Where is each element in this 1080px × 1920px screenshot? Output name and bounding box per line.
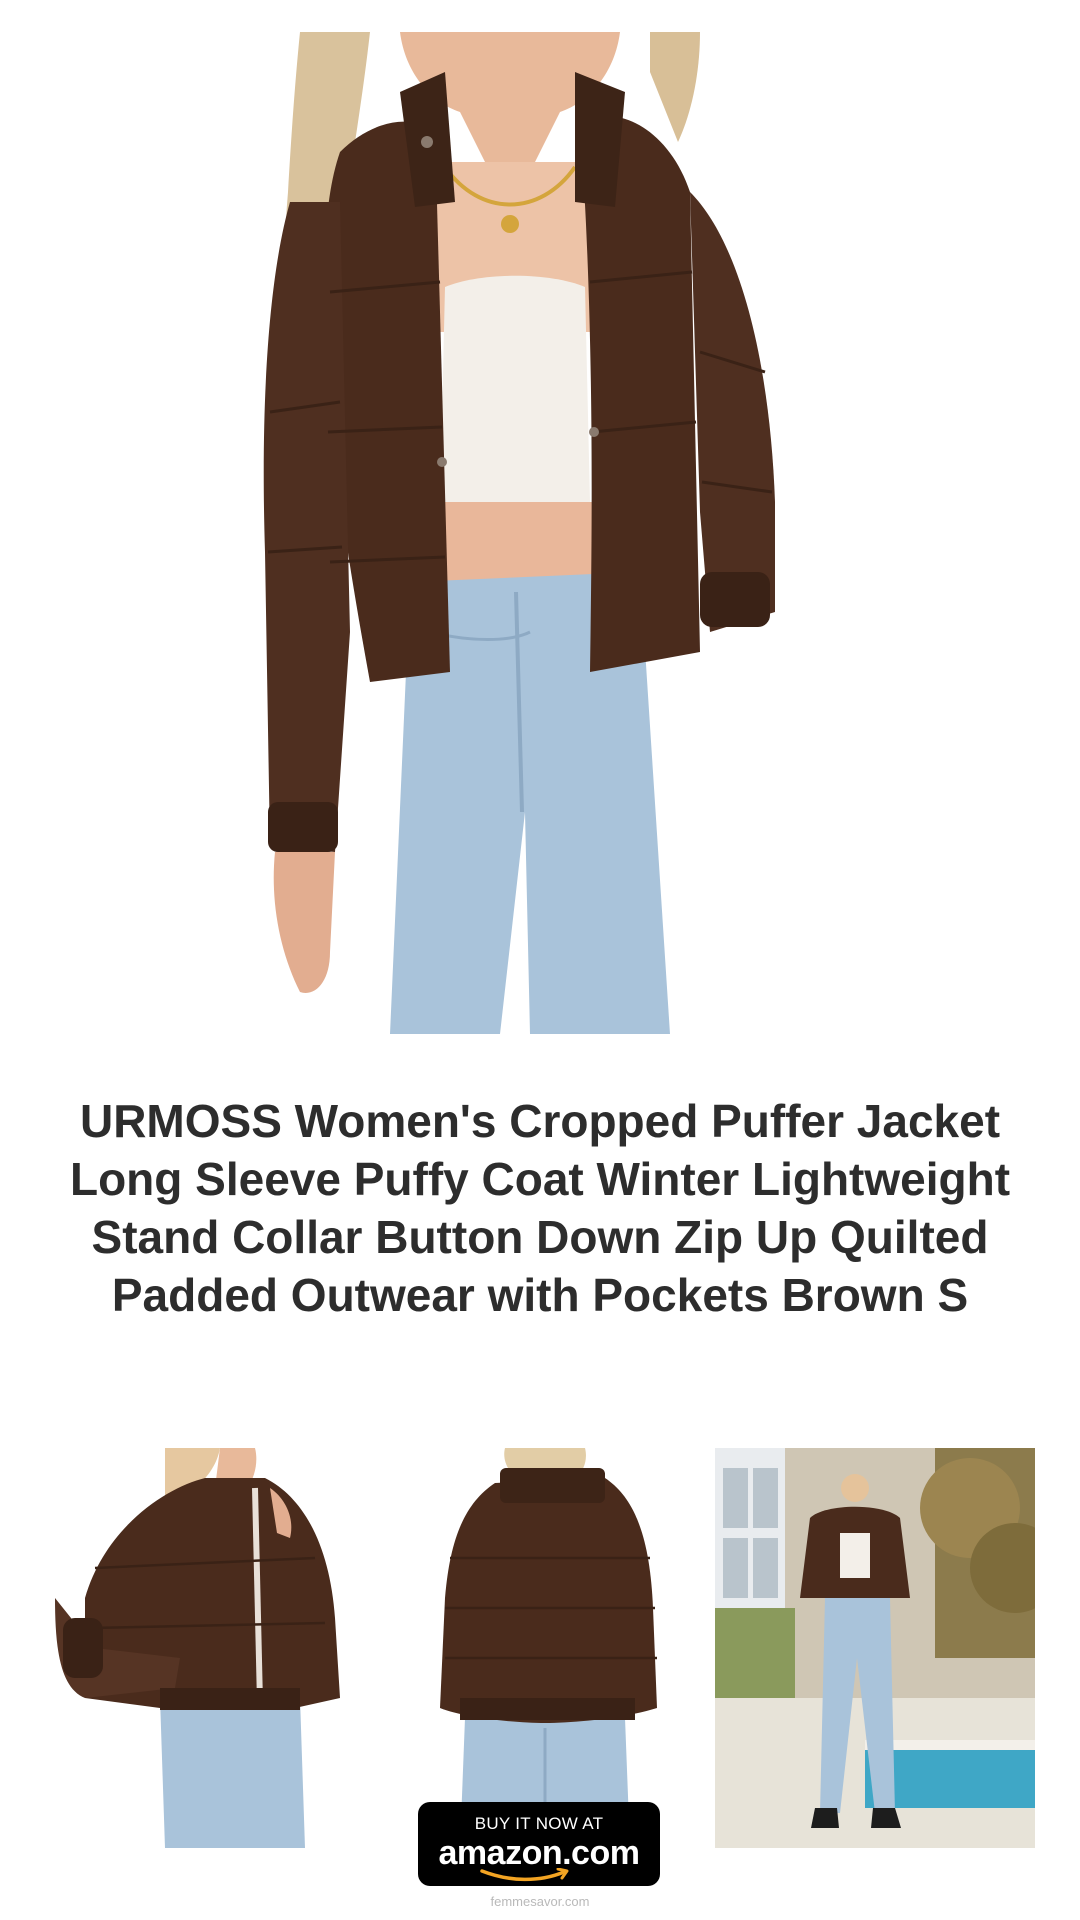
product-title: URMOSS Women's Cropped Puffer Jacket Lon…: [69, 1095, 1011, 1321]
lifestyle-illustration: [715, 1448, 1035, 1848]
site-footer: femmesavor.com: [490, 1894, 590, 1909]
amazon-smile-icon: [480, 1868, 569, 1882]
buy-it-now-label: BUY IT NOW AT: [474, 1814, 604, 1833]
front-view-illustration: [55, 1448, 340, 1848]
product-hero-image[interactable]: [230, 32, 790, 1034]
buy-on-amazon-button[interactable]: BUY IT NOW AT amazon.com: [418, 1802, 660, 1886]
thumbnail-lifestyle-view[interactable]: [715, 1448, 1035, 1848]
thumbnail-front-view[interactable]: [55, 1448, 345, 1848]
back-view-illustration: [440, 1448, 657, 1848]
amazon-logo-text: amazon.com: [438, 1834, 640, 1872]
hero-photo-illustration: [263, 32, 775, 1034]
thumbnail-back-view[interactable]: [425, 1448, 675, 1848]
